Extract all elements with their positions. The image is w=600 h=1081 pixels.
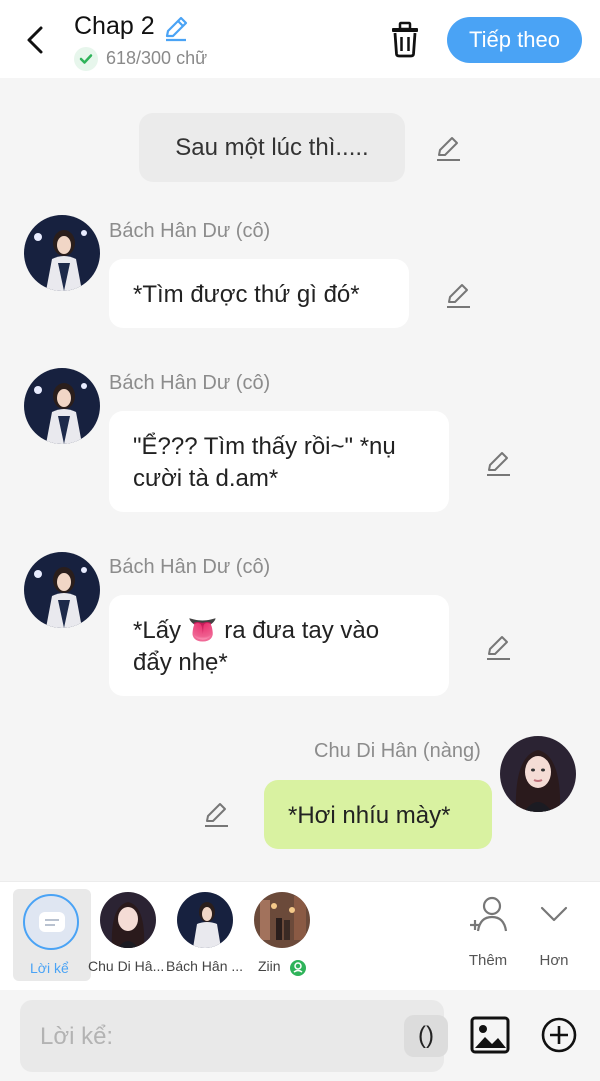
character-narration[interactable]: Lời kể (13, 889, 91, 981)
word-count: 618/300 chữ (106, 48, 208, 68)
message-bubble[interactable]: "Ể??? Tìm thấy rồi~" *nụ cười tà d.am* (109, 411, 449, 512)
message-text-line: đẩy nhẹ* (133, 649, 228, 676)
sender-name: Chu Di Hân (nàng) (314, 740, 481, 762)
avatar (254, 892, 310, 948)
edit-pencil-icon[interactable] (433, 133, 463, 163)
my-message-bubble[interactable]: *Hơi nhíu mày* (264, 780, 492, 849)
character-ziin[interactable]: Ziin (244, 882, 322, 990)
check-icon (74, 47, 98, 71)
chevron-down-icon (540, 906, 568, 922)
input-bar: () (0, 990, 600, 1081)
narration-icon (23, 894, 79, 950)
edit-pencil-icon[interactable] (483, 448, 513, 478)
chapter-title: Chap 2 (74, 12, 155, 40)
edit-title-pencil-icon[interactable] (162, 14, 190, 42)
sender-name: Bách Hân Dư (cô) (109, 220, 271, 242)
next-button[interactable]: Tiếp theo (447, 17, 582, 63)
avatar-bach-han-du[interactable] (24, 368, 100, 444)
narration-bubble[interactable]: Sau một lúc thì..... (139, 113, 405, 182)
edit-pencil-icon[interactable] (483, 632, 513, 662)
character-bach-han-du[interactable]: Bách Hân ... (166, 882, 244, 990)
character-label: Lời kể (30, 960, 69, 976)
avatar (177, 892, 233, 948)
message-text-line: *Lấy 👅 ra đưa tay vào (133, 615, 425, 647)
message-text-line: cười tà d.am* (133, 465, 279, 492)
character-label: Chu Di Hâ... (88, 958, 165, 974)
message-bubble[interactable]: *Lấy 👅 ra đưa tay vào đẩy nhẹ* (109, 595, 449, 696)
character-label: Bách Hân ... (166, 958, 244, 974)
message-text-line: "Ể??? Tìm thấy rồi~" *nụ (133, 433, 396, 460)
message-bubble[interactable]: *Tìm được thứ gì đó* (109, 259, 409, 328)
edit-pencil-icon[interactable] (201, 799, 231, 829)
avatar-chu-di-han[interactable] (500, 736, 576, 812)
image-icon[interactable] (470, 1016, 510, 1054)
message-text-part: *Lấy (133, 617, 188, 644)
avatar-bach-han-du[interactable] (24, 215, 100, 291)
add-character-button[interactable]: Thêm (458, 893, 518, 973)
message-text-part: ra đưa tay vào (217, 617, 380, 644)
sender-name: Bách Hân Dư (cô) (109, 372, 271, 394)
trash-icon[interactable] (388, 20, 422, 58)
more-label: Hơn (539, 952, 569, 969)
add-circle-icon[interactable] (540, 1016, 578, 1054)
add-person-icon (470, 896, 508, 932)
more-button[interactable]: Hơn (524, 893, 584, 973)
verified-badge-icon (290, 960, 306, 976)
parentheses-button[interactable]: () (404, 1015, 448, 1057)
character-label: Ziin (258, 958, 281, 974)
tongue-emoji: 👅 (187, 617, 218, 644)
character-chu-di-han[interactable]: Chu Di Hâ... (88, 882, 166, 990)
avatar-bach-han-du[interactable] (24, 552, 100, 628)
avatar (100, 892, 156, 948)
top-bar: Chap 2 618/300 chữ Tiếp theo (0, 0, 600, 78)
sender-name: Bách Hân Dư (cô) (109, 556, 271, 578)
character-bar: Lời kể Chu Di Hâ... Bách Hân ... Ziin Th… (0, 881, 600, 990)
edit-pencil-icon[interactable] (443, 280, 473, 310)
add-label: Thêm (468, 952, 508, 969)
message-input[interactable] (38, 1019, 372, 1055)
back-arrow-icon[interactable] (18, 22, 54, 58)
message-input-box: () (20, 1000, 448, 1072)
